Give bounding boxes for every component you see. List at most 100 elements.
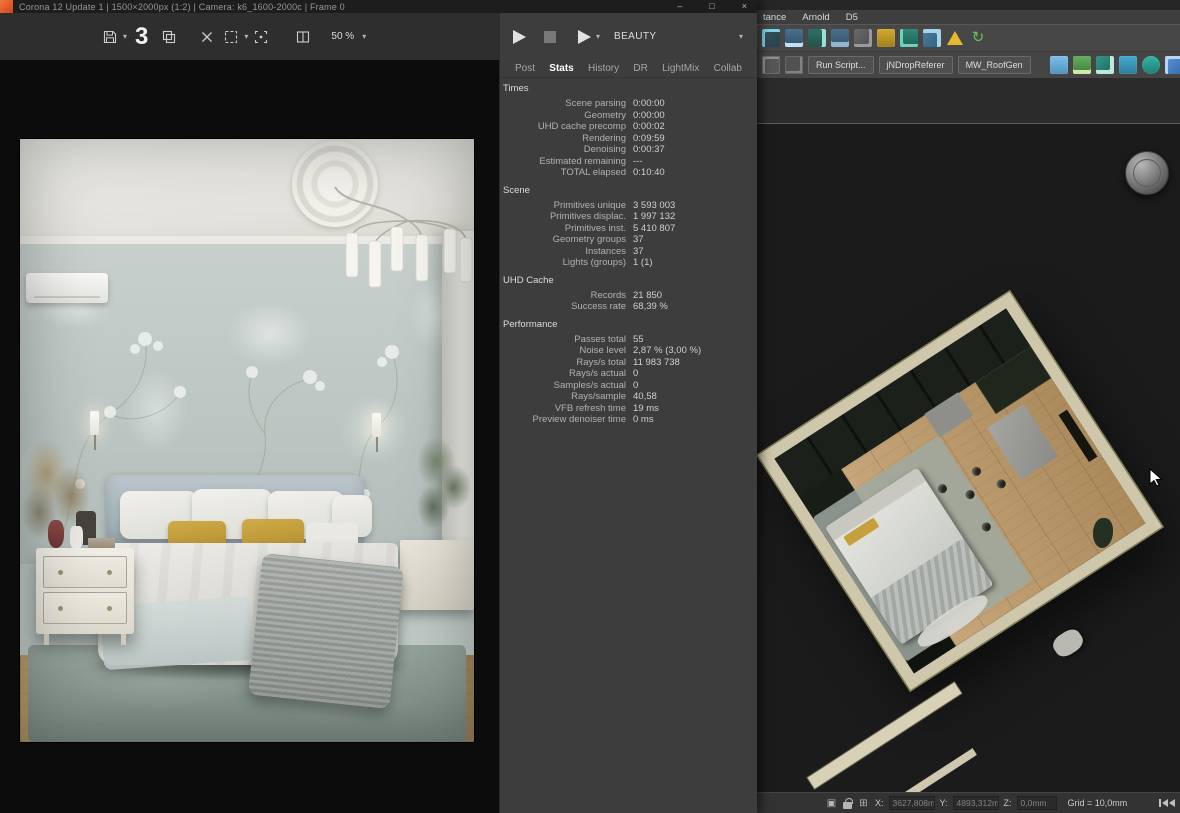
section-title: Performance	[503, 319, 751, 330]
start-render-button[interactable]	[513, 30, 526, 44]
snap-toggle-icon[interactable]	[854, 29, 872, 47]
stat-value: 37	[633, 234, 644, 246]
tab-collab[interactable]: Collab	[714, 63, 742, 74]
jndropreferer-button[interactable]: jNDropReferer	[879, 56, 953, 74]
render-selected-button[interactable]	[249, 25, 273, 49]
minimize-button[interactable]: –	[677, 0, 682, 13]
region-render-icon	[223, 29, 239, 45]
vfb-titlebar[interactable]: Corona 12 Update 1 | 1500×2000px (1:2) |…	[0, 0, 757, 13]
x-coord-label: X:	[875, 798, 884, 808]
refresh-icon[interactable]: ↻	[969, 29, 987, 47]
sphere-tool-icon[interactable]	[1142, 56, 1160, 74]
viewport-room-plan[interactable]	[758, 292, 1162, 690]
ribbon-icon[interactable]	[808, 29, 826, 47]
run-script-button[interactable]: Run Script...	[808, 56, 874, 74]
stat-label: Primitives displac.	[503, 211, 633, 223]
stats-section-performance: Performance Passes total 55 Noise level …	[503, 319, 751, 426]
warning-icon[interactable]	[946, 29, 964, 47]
close-button[interactable]: ×	[742, 0, 747, 13]
stop-render-button[interactable]	[544, 31, 556, 43]
stat-label: Lights (groups)	[503, 257, 633, 269]
stat-label: Samples/s actual	[503, 380, 633, 392]
timeline-start-icon[interactable]	[1159, 799, 1175, 807]
preview-icon[interactable]	[1050, 56, 1068, 74]
cube-tool-icon[interactable]	[1165, 56, 1180, 74]
tab-post[interactable]: Post	[515, 63, 535, 74]
copy-image-button[interactable]	[157, 25, 181, 49]
layer-explorer-icon[interactable]	[785, 29, 803, 47]
render-setup-icon[interactable]	[900, 29, 918, 47]
stat-label: UHD cache precomp	[503, 121, 633, 133]
z-coord-field[interactable]: 0,0mm	[1017, 796, 1057, 810]
pass-dropdown-caret[interactable]: ▾	[739, 32, 743, 41]
region-dropdown-caret[interactable]: ▾	[244, 32, 248, 41]
clear-vfb-button[interactable]	[195, 25, 219, 49]
ab-compare-button[interactable]	[291, 25, 315, 49]
vfb-side-panel: ▾ BEAUTY ▾ Post Stats History DR LightMi…	[500, 13, 757, 813]
stat-value: 11 983 738	[633, 357, 680, 369]
stats-row: Rendering 0:09:59	[503, 133, 751, 145]
tab-history[interactable]: History	[588, 63, 619, 74]
stat-value: 2,87 % (3,00 %)	[633, 345, 701, 357]
max-viewport[interactable]	[757, 123, 1180, 792]
host-app-badge: 3	[135, 25, 148, 49]
paint-tool-icon[interactable]	[1096, 56, 1114, 74]
ab-compare-icon	[295, 29, 311, 45]
stats-row: Preview denoiser time 0 ms	[503, 414, 751, 426]
save-image-button[interactable]	[98, 25, 122, 49]
viewcube[interactable]	[1125, 151, 1169, 195]
render-pass-selector[interactable]: BEAUTY	[614, 31, 656, 42]
measure-icon[interactable]	[1119, 56, 1137, 74]
stat-value: 19 ms	[633, 403, 659, 415]
mw-roofgen-button[interactable]: MW_RoofGen	[958, 56, 1031, 74]
render-dropdown-button[interactable]: ▾	[578, 30, 601, 44]
save-dropdown-caret[interactable]: ▾	[123, 32, 127, 41]
stat-value: 0	[633, 368, 638, 380]
rendered-frame-icon[interactable]	[923, 29, 941, 47]
material-editor-icon[interactable]	[877, 29, 895, 47]
stat-label: Scene parsing	[503, 98, 633, 110]
scene-explorer-icon[interactable]	[762, 29, 780, 47]
tab-stats[interactable]: Stats	[549, 63, 573, 74]
import-icon[interactable]	[831, 29, 849, 47]
y-coord-field[interactable]: 4893,312mm	[953, 796, 999, 810]
isolate-selection-icon[interactable]: ▣	[825, 797, 838, 810]
stats-row: Instances 37	[503, 246, 751, 258]
zoom-select[interactable]: 50 % ▾	[331, 31, 367, 42]
relink-icon[interactable]	[1073, 56, 1091, 74]
menu-d5[interactable]: D5	[846, 12, 858, 23]
stat-value: ---	[633, 156, 643, 168]
x-coord-field[interactable]: 3627,808mm	[889, 796, 935, 810]
maximize-button[interactable]: □	[709, 0, 714, 13]
stat-label: Rays/sample	[503, 391, 633, 403]
selection-lock-icon[interactable]	[843, 802, 852, 809]
stat-label: Instances	[503, 246, 633, 258]
stats-row: UHD cache precomp 0:00:02	[503, 121, 751, 133]
copy-icon	[161, 29, 177, 45]
tab-dr[interactable]: DR	[633, 63, 647, 74]
stat-value: 1 (1)	[633, 257, 653, 269]
stats-rows: Passes total 55 Noise level 2,87 % (3,00…	[503, 334, 751, 426]
section-title: Scene	[503, 185, 751, 196]
script-icon[interactable]	[762, 56, 780, 74]
stat-value: 0:00:37	[633, 144, 665, 156]
stat-value: 0:09:59	[633, 133, 665, 145]
stat-label: Records	[503, 290, 633, 302]
knit-throw	[248, 553, 404, 709]
region-render-button[interactable]	[219, 25, 243, 49]
max-main-toolbar: ↻	[757, 24, 1180, 52]
stats-row: Primitives unique 3 593 003	[503, 200, 751, 212]
ac-unit	[26, 273, 108, 303]
stat-label: VFB refresh time	[503, 403, 633, 415]
macro-icon[interactable]	[785, 56, 803, 74]
render-image[interactable]	[20, 139, 474, 742]
tab-lightmix[interactable]: LightMix	[662, 63, 699, 74]
stats-rows: Records 21 850 Success rate 68,39 %	[503, 290, 751, 313]
max-window: tance Arnold D5 ↻ Run Script... jNDropRe…	[757, 0, 1180, 813]
stats-section-times: Times Scene parsing 0:00:00 Geometry 0:0…	[503, 83, 751, 179]
absolute-mode-icon[interactable]: ⊞	[857, 797, 870, 810]
stats-section-scene: Scene Primitives unique 3 593 003 Primit…	[503, 185, 751, 269]
stat-label: Primitives unique	[503, 200, 633, 212]
menu-substance[interactable]: tance	[763, 12, 786, 23]
menu-arnold[interactable]: Arnold	[802, 12, 829, 23]
